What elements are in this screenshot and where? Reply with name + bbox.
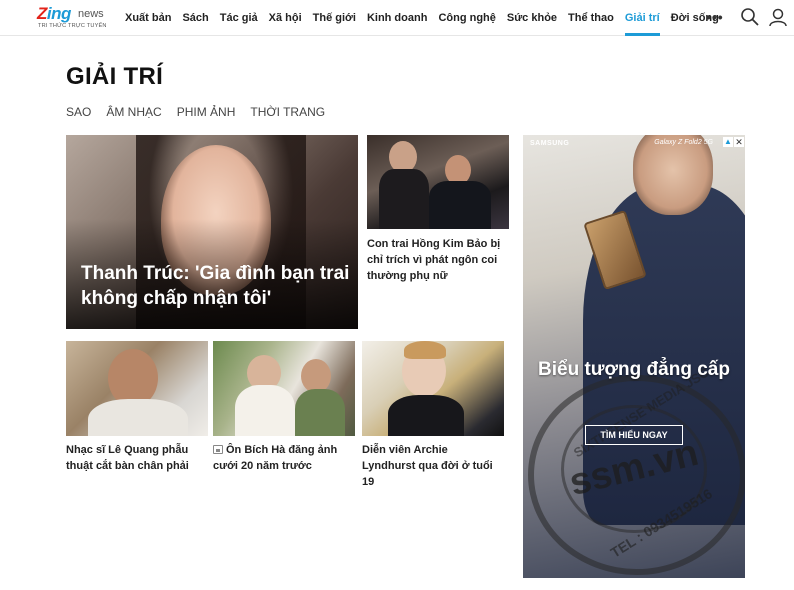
article-headline-text: Ôn Bích Hà đăng ảnh cưới 20 năm trước <box>213 444 338 472</box>
top-header: Zing news TRI THỨC TRỰC TUYẾN Xuất bản S… <box>0 0 794 36</box>
nav-item-cong-nghe[interactable]: Công nghệ <box>438 0 495 36</box>
feature-article[interactable]: Thanh Trúc: 'Gia đình bạn trai không chấ… <box>66 135 358 329</box>
user-icon[interactable] <box>768 7 788 27</box>
article-thumbnail[interactable] <box>66 341 208 436</box>
article-thumbnail[interactable] <box>362 341 504 436</box>
more-menu-icon[interactable]: ••• <box>706 10 724 24</box>
article-headline[interactable]: Diễn viên Archie Lyndhurst qua đời ở tuổ… <box>362 442 504 490</box>
logo-tagline: TRI THỨC TRỰC TUYẾN <box>38 23 107 29</box>
nav-item-the-thao[interactable]: Thể thao <box>568 0 614 36</box>
zing-news-logo[interactable]: Zing news TRI THỨC TRỰC TUYẾN <box>37 4 109 32</box>
ad-info-icon[interactable]: ▲ <box>723 137 733 147</box>
nav-item-giai-tri[interactable]: Giải trí <box>624 0 660 36</box>
search-icon[interactable] <box>740 7 760 27</box>
nav-item-sach[interactable]: Sách <box>182 0 208 36</box>
ad-product: Galaxy Z Fold2 5G <box>654 139 713 146</box>
ad-model-head <box>633 135 713 215</box>
article-headline[interactable]: Con trai Hồng Kim Bảo bị chỉ trích vì ph… <box>367 236 509 284</box>
subnav-item-am-nhac[interactable]: ÂM NHẠC <box>106 105 161 119</box>
feature-headline[interactable]: Thanh Trúc: 'Gia đình bạn trai không chấ… <box>81 261 351 311</box>
subnav-item-sao[interactable]: SAO <box>66 105 91 119</box>
ad-brand: SAMSUNG <box>530 140 570 147</box>
nav-item-tac-gia[interactable]: Tác giả <box>220 0 258 36</box>
main-nav: Xuất bản Sách Tác giả Xã hội Thế giới Ki… <box>125 0 719 36</box>
article-headline[interactable]: Ôn Bích Hà đăng ảnh cưới 20 năm trước <box>213 442 355 474</box>
nav-item-suc-khoe[interactable]: Sức khỏe <box>507 0 557 36</box>
section-subnav: SAO ÂM NHẠC PHIM ẢNH THỜI TRANG <box>66 105 325 119</box>
article-thumbnail[interactable] <box>213 341 355 436</box>
logo-news-text: news <box>78 8 104 20</box>
ad-close-icon[interactable]: ✕ <box>734 137 744 147</box>
nav-item-kinh-doanh[interactable]: Kinh doanh <box>367 0 428 36</box>
article-thumbnail[interactable] <box>367 135 509 229</box>
photo-gallery-icon <box>213 445 223 454</box>
article-headline[interactable]: Nhạc sĩ Lê Quang phẫu thuật cắt bàn chân… <box>66 442 208 474</box>
advertisement-banner[interactable]: SAMSUNG Galaxy Z Fold2 5G ▲ ✕ SIXTHSENSE… <box>523 135 745 578</box>
page-title: GIẢI TRÍ <box>66 63 164 90</box>
nav-item-xuat-ban[interactable]: Xuất bản <box>125 0 171 36</box>
logo-wordmark: Zing <box>37 4 71 23</box>
subnav-item-thoi-trang[interactable]: THỜI TRANG <box>250 105 325 119</box>
subnav-item-phim-anh[interactable]: PHIM ẢNH <box>177 105 236 119</box>
nav-item-the-gioi[interactable]: Thế giới <box>313 0 356 36</box>
nav-item-xa-hoi[interactable]: Xã hội <box>269 0 302 36</box>
ad-title: Biểu tượng đẳng cấp <box>538 359 730 380</box>
